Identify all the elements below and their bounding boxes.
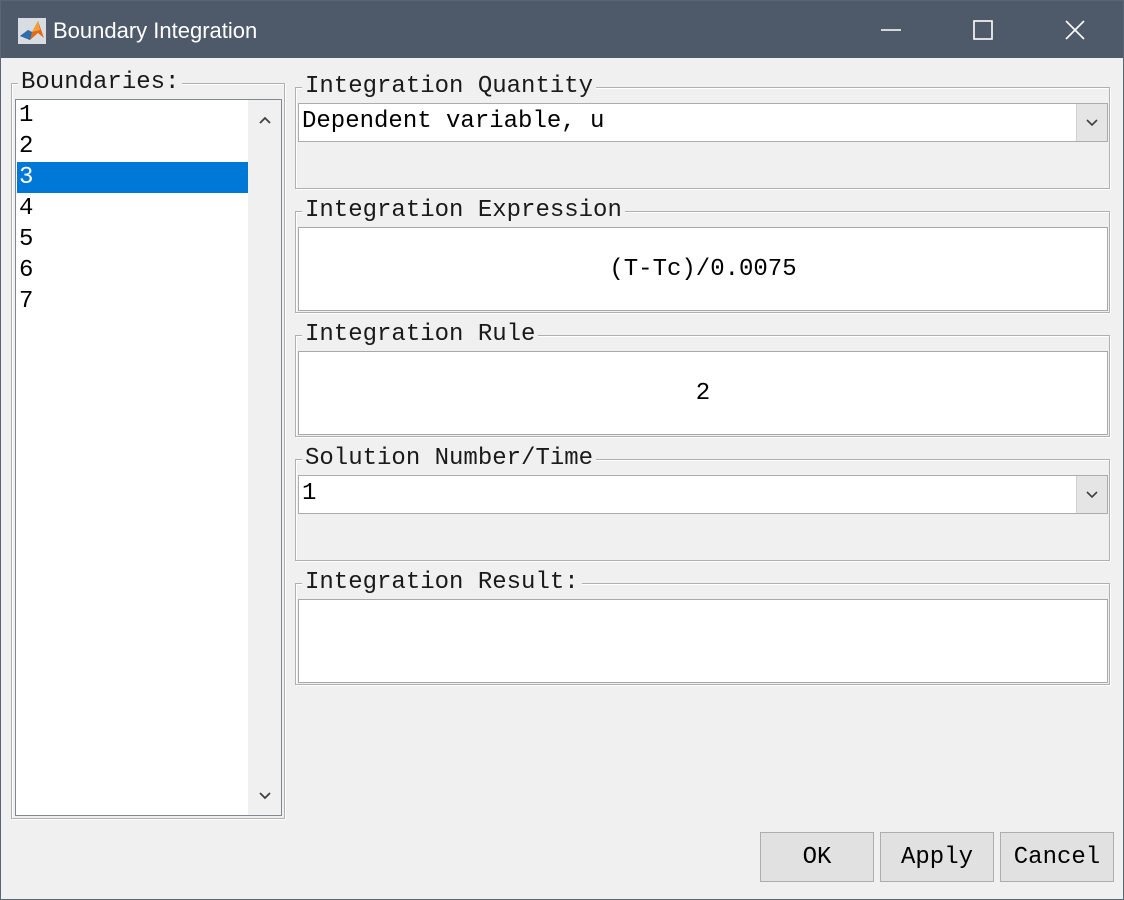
matlab-icon: [18, 18, 46, 44]
list-item[interactable]: 6: [17, 255, 248, 286]
boundaries-listbox[interactable]: 1 2 3 4 5 6 7: [15, 99, 282, 816]
integration-expression-input[interactable]: (T-Tc)/0.0075: [298, 227, 1108, 311]
integration-quantity-label: Integration Quantity: [302, 73, 597, 101]
close-button[interactable]: [1029, 1, 1121, 58]
boundaries-label: Boundaries:: [18, 69, 183, 97]
apply-button[interactable]: Apply: [880, 832, 994, 882]
dropdown-button[interactable]: [1076, 476, 1107, 513]
title-bar[interactable]: Boundary Integration: [1, 1, 1123, 58]
minimize-icon: [881, 28, 901, 31]
list-item-selected[interactable]: 3: [17, 162, 248, 193]
list-item[interactable]: 1: [17, 100, 248, 131]
minimize-button[interactable]: [845, 1, 937, 58]
integration-result-output: [298, 599, 1108, 683]
dropdown-button[interactable]: [1076, 104, 1107, 141]
maximize-button[interactable]: [937, 1, 1029, 58]
close-icon: [1065, 19, 1085, 40]
chevron-up-icon: [258, 116, 271, 124]
cancel-button[interactable]: Cancel: [1000, 832, 1114, 882]
list-item[interactable]: 4: [17, 193, 248, 224]
scroll-up-button[interactable]: [248, 102, 281, 138]
chevron-down-icon: [258, 792, 271, 800]
list-item[interactable]: 2: [17, 131, 248, 162]
ok-button[interactable]: OK: [760, 832, 874, 882]
scroll-down-button[interactable]: [248, 778, 281, 814]
list-item[interactable]: 5: [17, 224, 248, 255]
chevron-down-icon: [1086, 490, 1098, 498]
integration-result-label: Integration Result:: [302, 569, 582, 597]
integration-rule-label: Integration Rule: [302, 321, 539, 349]
chevron-down-icon: [1086, 118, 1098, 126]
solution-number-label: Solution Number/Time: [302, 445, 597, 473]
boundary-integration-dialog: Boundary Integration Boundaries: 1 2 3 4…: [0, 0, 1124, 900]
vertical-scrollbar[interactable]: [248, 100, 281, 815]
integration-quantity-dropdown[interactable]: Dependent variable, u: [298, 103, 1108, 142]
solution-number-value: 1: [302, 480, 317, 507]
integration-rule-input[interactable]: 2: [298, 351, 1108, 435]
solution-number-dropdown[interactable]: 1: [298, 475, 1108, 514]
list-item[interactable]: 7: [17, 286, 248, 317]
integration-quantity-value: Dependent variable, u: [302, 108, 605, 135]
maximize-icon: [973, 19, 993, 40]
integration-expression-label: Integration Expression: [302, 197, 625, 225]
window-title: Boundary Integration: [53, 18, 258, 43]
